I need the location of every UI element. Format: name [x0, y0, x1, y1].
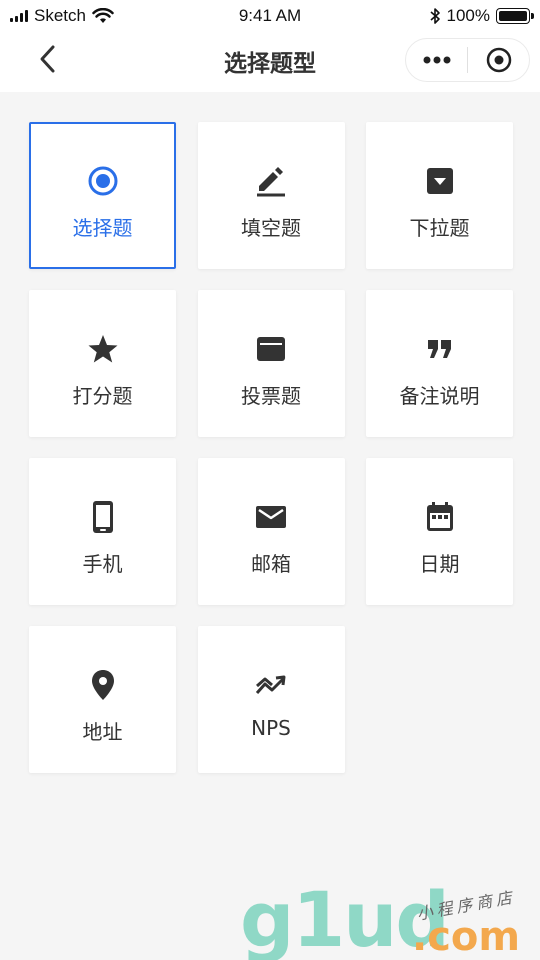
status-right: 100% — [429, 6, 534, 26]
tile-label: 日期 — [419, 552, 460, 576]
more-dots-icon — [423, 56, 450, 64]
close-miniprogram-button[interactable] — [468, 38, 529, 82]
tile-label: 备注说明 — [399, 384, 480, 408]
quote-icon — [423, 332, 457, 366]
tile-label: NPS — [251, 716, 291, 740]
dropdown-icon — [423, 164, 457, 198]
bluetooth-icon — [429, 8, 440, 24]
tile-label: 投票题 — [241, 384, 301, 408]
mini-program-capsule — [405, 38, 530, 82]
pencil-icon — [254, 164, 288, 198]
tile-phone[interactable]: 手机 — [29, 458, 176, 605]
tile-note[interactable]: 备注说明 — [366, 290, 513, 437]
mail-icon — [254, 500, 288, 534]
tile-rating[interactable]: 打分题 — [29, 290, 176, 437]
question-type-grid: 选择题 填空题 下拉题 打分题 投票题 备注说明 手机 邮箱 日期 地址 NPS — [29, 122, 513, 773]
radio-icon — [86, 164, 120, 198]
star-icon — [86, 332, 120, 366]
tile-email[interactable]: 邮箱 — [197, 458, 345, 605]
tile-label: 选择题 — [72, 216, 133, 240]
calendar-icon — [423, 500, 457, 534]
tile-dropdown[interactable]: 下拉题 — [366, 122, 513, 269]
status-bar: Sketch 9:41 AM 100% — [0, 0, 540, 32]
tile-choice[interactable]: 选择题 — [29, 122, 176, 269]
tile-label: 填空题 — [241, 216, 301, 240]
tile-date[interactable]: 日期 — [366, 458, 513, 605]
target-circle-icon — [486, 47, 511, 73]
battery-percent: 100% — [446, 6, 490, 25]
tile-fill-blank[interactable]: 填空题 — [197, 122, 345, 269]
tile-label: 手机 — [82, 552, 123, 576]
nav-bar: 选择题型 — [0, 32, 540, 92]
watermark-domain: .com — [412, 914, 521, 960]
tile-vote[interactable]: 投票题 — [197, 290, 345, 437]
ballot-box-icon — [254, 332, 288, 366]
tile-nps[interactable]: NPS — [197, 626, 345, 773]
phone-icon — [86, 500, 120, 534]
tile-label: 邮箱 — [251, 552, 291, 576]
trend-icon — [254, 668, 288, 702]
tile-label: 打分题 — [72, 384, 133, 408]
tile-label: 下拉题 — [409, 216, 470, 240]
location-pin-icon — [86, 668, 120, 702]
tile-address[interactable]: 地址 — [29, 626, 176, 773]
battery-icon — [496, 8, 534, 24]
tile-label: 地址 — [82, 720, 123, 744]
watermark-logo: g1ud 小程序商店 .com — [240, 880, 540, 960]
more-button[interactable] — [406, 38, 467, 82]
